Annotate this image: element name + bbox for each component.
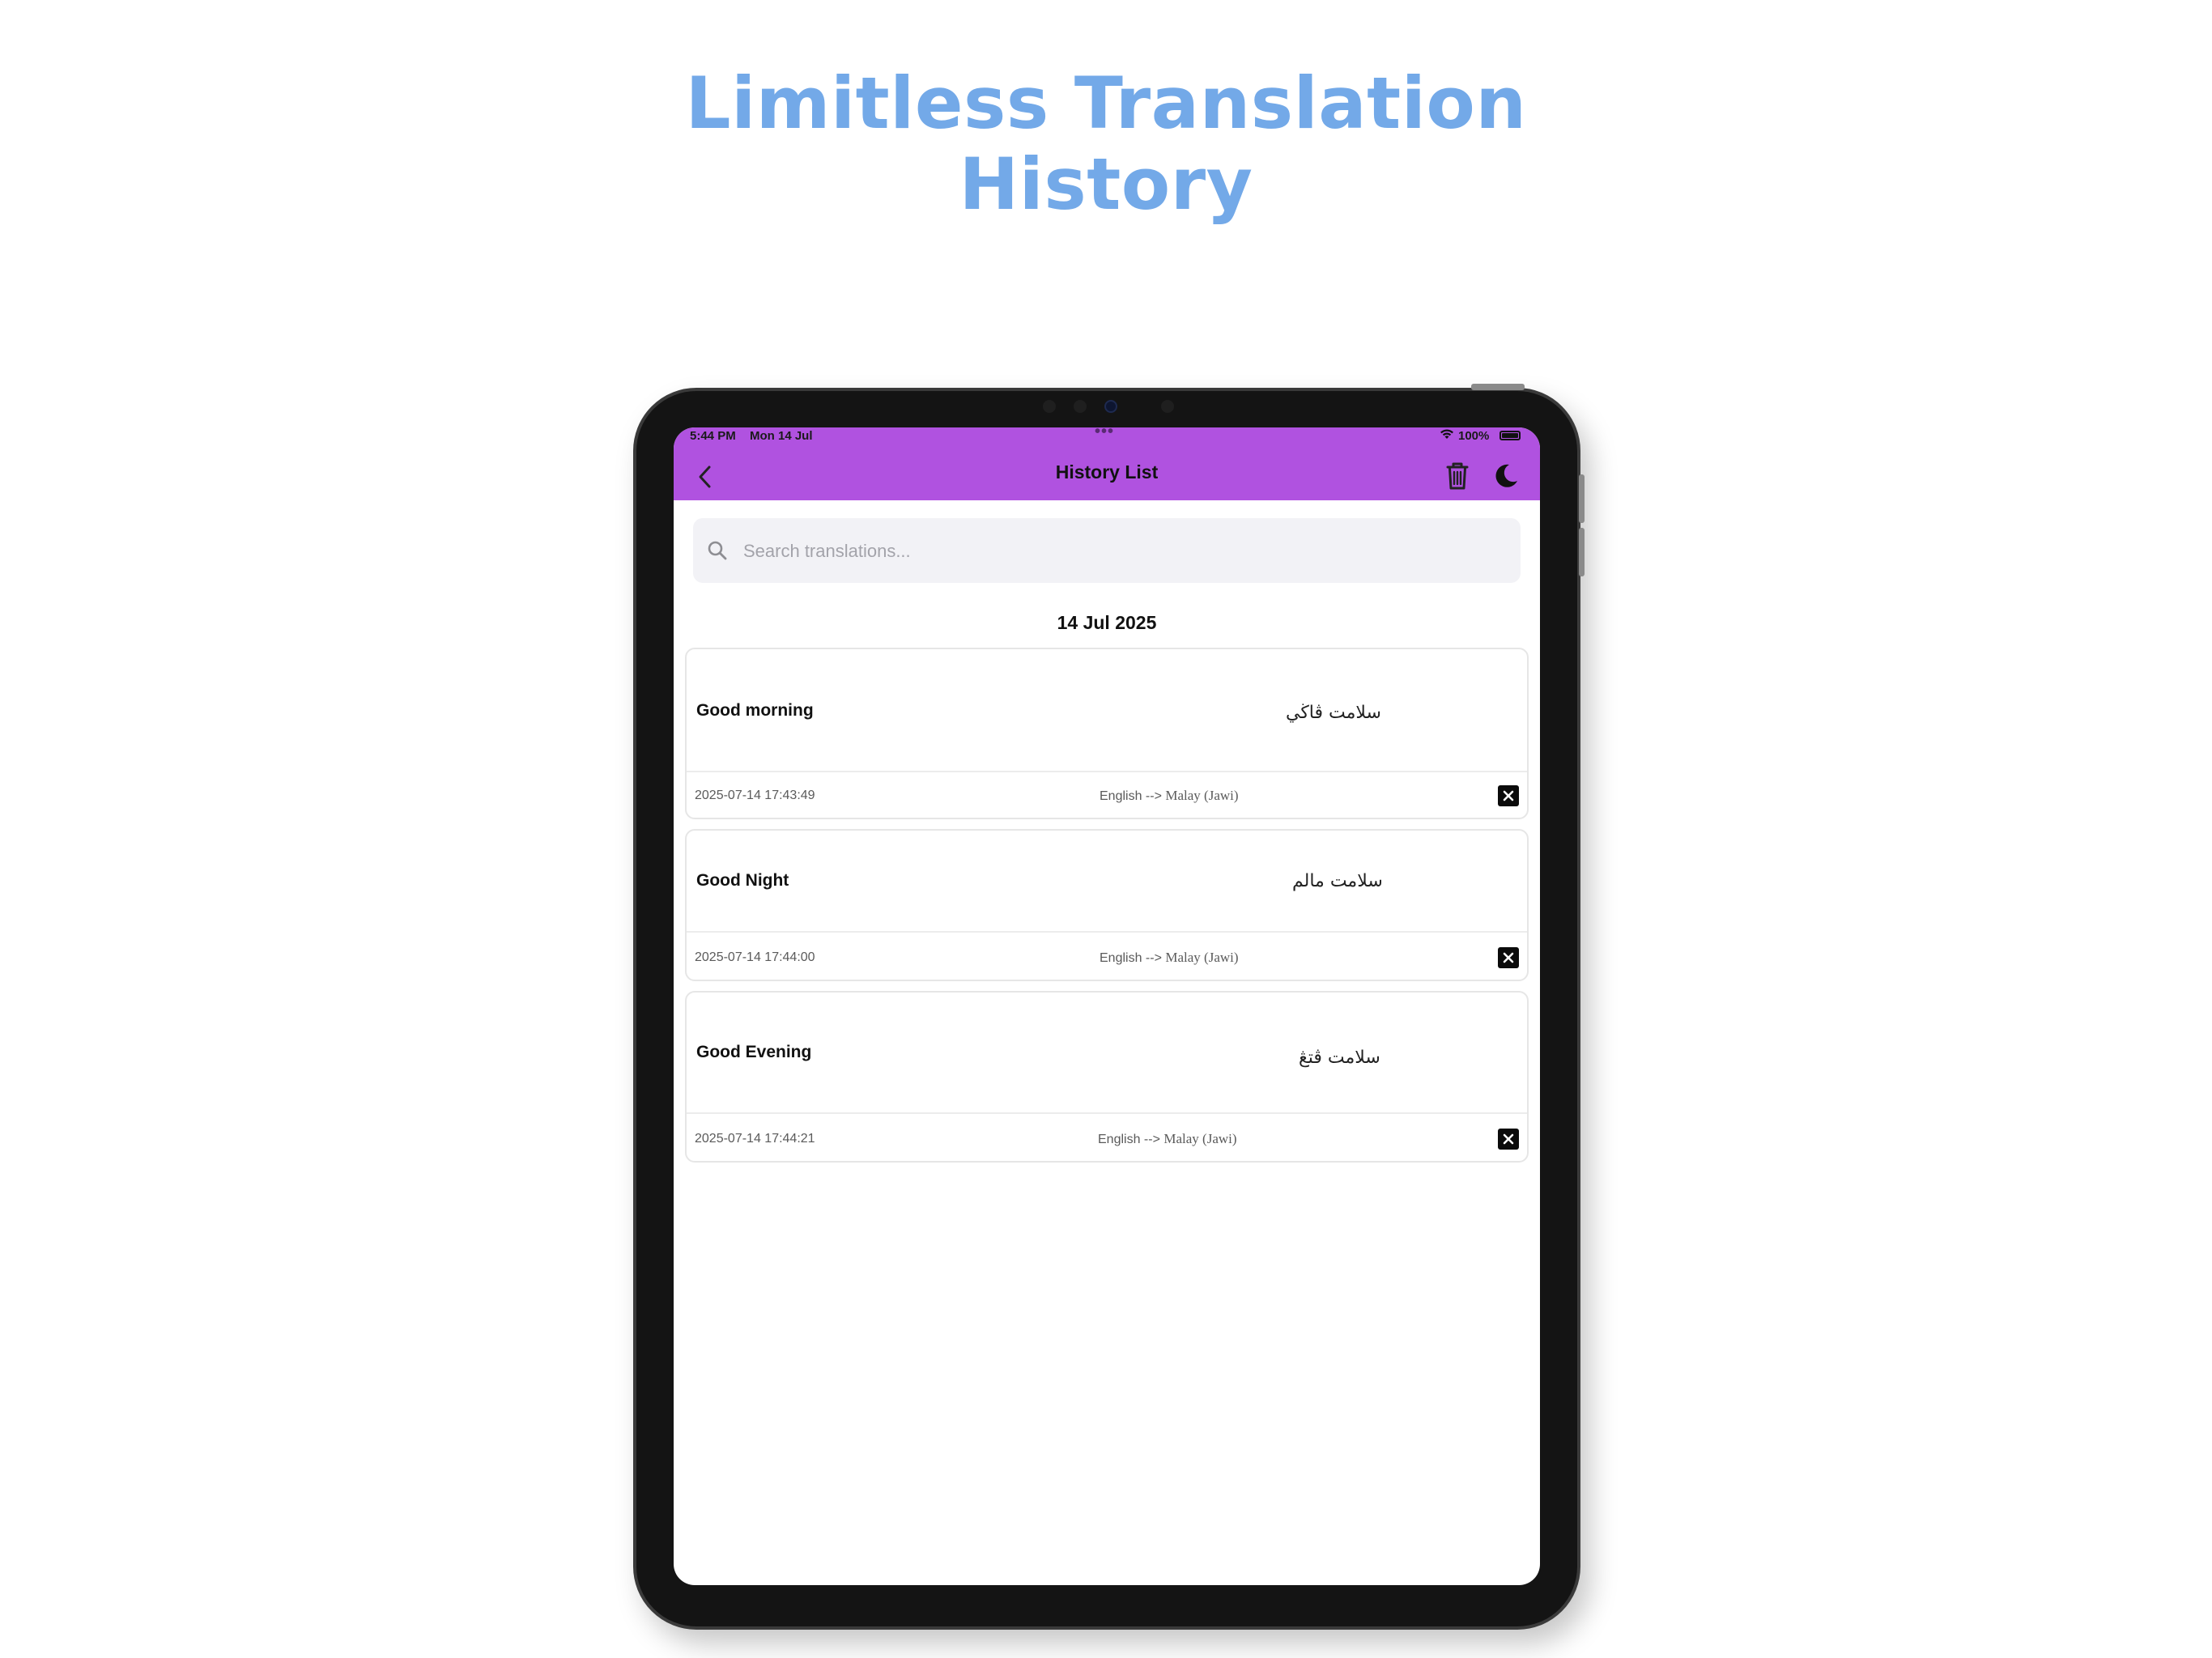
search-input[interactable]: [742, 534, 1506, 568]
item-divider: [687, 931, 1527, 933]
close-icon: [1503, 952, 1514, 963]
language-pair: English --> Malay (Jawi): [1100, 950, 1239, 966]
delete-item-button[interactable]: [1498, 785, 1519, 806]
section-date-header: 14 Jul 2025: [1057, 612, 1157, 633]
wifi-icon: [1440, 428, 1454, 443]
page-title: History List: [1055, 461, 1159, 483]
source-language: English -->: [1100, 789, 1162, 803]
trash-icon[interactable]: [1443, 460, 1472, 492]
item-divider: [687, 1112, 1527, 1114]
volume-down-button: [1579, 528, 1585, 576]
source-text: Good morning: [696, 701, 814, 720]
battery-percent: 100%: [1458, 429, 1490, 443]
sensor-dot: [1043, 400, 1056, 413]
multitasking-dots-icon[interactable]: •••: [1095, 427, 1114, 441]
source-language: English -->: [1100, 951, 1162, 965]
promo-headline: Limitless Translation History: [0, 63, 2212, 225]
timestamp: 2025-07-14 17:43:49: [695, 789, 815, 802]
history-item[interactable]: Good Evening سلامت ڤتڠ 2025-07-14 17:44:…: [685, 991, 1529, 1163]
sensor-dot: [1161, 400, 1174, 413]
translated-text: سلامت ڤاڬي: [1286, 703, 1381, 723]
translated-text: سلامت ڤتڠ: [1299, 1048, 1380, 1068]
front-camera: [1104, 400, 1117, 413]
device-screen: 5:44 PM Mon 14 Jul ••• 100% History List…: [674, 427, 1540, 1585]
target-language: Malay (Jawi): [1165, 788, 1239, 803]
delete-item-button[interactable]: [1498, 947, 1519, 968]
translated-text: سلامت مالم: [1292, 871, 1383, 891]
delete-item-button[interactable]: [1498, 1129, 1519, 1150]
status-time: 5:44 PM: [690, 429, 736, 443]
history-item[interactable]: Good morning سلامت ڤاڬي 2025-07-14 17:43…: [685, 648, 1529, 819]
sensor-dot: [1074, 400, 1087, 413]
status-bar: 5:44 PM Mon 14 Jul ••• 100%: [674, 427, 1540, 444]
headline-line-2: History: [959, 142, 1253, 226]
status-date: Mon 14 Jul: [750, 429, 813, 443]
battery-icon: [1499, 431, 1521, 440]
language-pair: English --> Malay (Jawi): [1100, 788, 1239, 804]
headline-line-1: Limitless Translation: [685, 62, 1527, 145]
close-icon: [1503, 1133, 1514, 1145]
app-store-page: Limitless Translation History 5:44 PM Mo…: [0, 0, 2212, 1658]
search-bar[interactable]: [693, 518, 1521, 583]
source-text: Good Night: [696, 871, 789, 890]
history-item[interactable]: Good Night سلامت مالم 2025-07-14 17:44:0…: [685, 829, 1529, 981]
source-language: English -->: [1098, 1133, 1160, 1146]
source-text: Good Evening: [696, 1043, 812, 1061]
target-language: Malay (Jawi): [1163, 1131, 1237, 1146]
volume-up-button: [1579, 474, 1585, 523]
target-language: Malay (Jawi): [1165, 950, 1239, 965]
close-icon: [1503, 790, 1514, 801]
power-button: [1471, 384, 1525, 390]
item-divider: [687, 771, 1527, 772]
app-bar: 5:44 PM Mon 14 Jul ••• 100% History List: [674, 427, 1540, 500]
timestamp: 2025-07-14 17:44:00: [695, 950, 815, 964]
timestamp: 2025-07-14 17:44:21: [695, 1132, 815, 1146]
dark-mode-icon[interactable]: [1491, 461, 1521, 491]
language-pair: English --> Malay (Jawi): [1098, 1131, 1237, 1147]
search-icon: [706, 539, 729, 562]
